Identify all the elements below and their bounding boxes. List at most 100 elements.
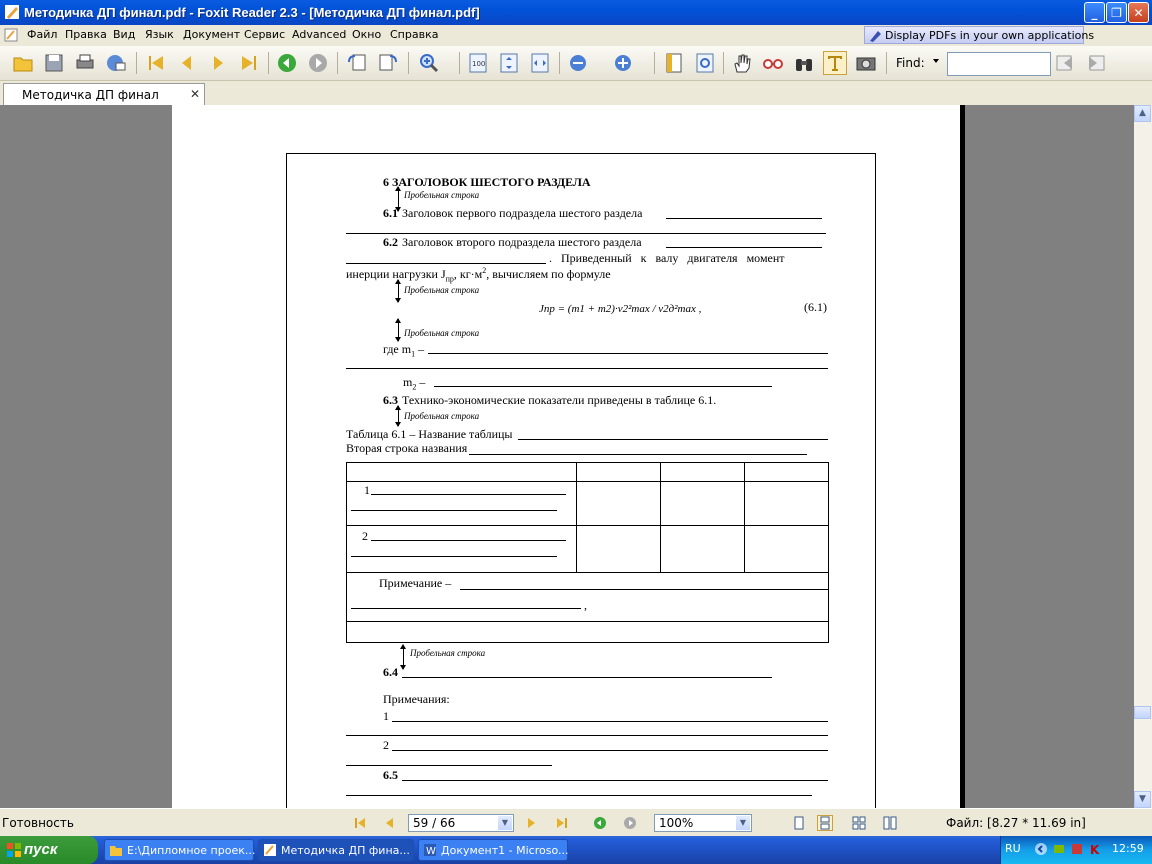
- menu-file[interactable]: Файл: [27, 28, 57, 41]
- find-next-icon[interactable]: [1085, 52, 1107, 74]
- spacing-arrow: [400, 644, 406, 670]
- tab-close-icon[interactable]: ✕: [190, 87, 200, 101]
- page-dropdown-icon[interactable]: ▼: [498, 816, 512, 830]
- tray-expand-icon[interactable]: [1034, 842, 1048, 856]
- print-icon[interactable]: [74, 52, 96, 74]
- forward-icon[interactable]: [307, 52, 329, 74]
- menu-edit[interactable]: Правка: [65, 28, 107, 41]
- rotate-left-icon[interactable]: [346, 52, 368, 74]
- network-icon[interactable]: [1052, 842, 1066, 856]
- promo-text: Display PDFs in your own applications: [885, 29, 1095, 42]
- menu-language[interactable]: Язык: [145, 28, 174, 41]
- status-text: Готовность: [2, 816, 74, 830]
- menu-window[interactable]: Окно: [352, 28, 381, 41]
- start-button[interactable]: пуск: [0, 836, 98, 864]
- bookmark-icon[interactable]: [663, 52, 685, 74]
- status-first-page-icon[interactable]: [353, 816, 367, 830]
- word-icon: W: [424, 844, 436, 857]
- m2-text: m: [403, 375, 413, 389]
- svg-text:W: W: [426, 846, 436, 857]
- spacing-arrow: [395, 279, 401, 303]
- next-page-icon[interactable]: [207, 52, 229, 74]
- fit-page-icon[interactable]: [498, 52, 520, 74]
- minimize-button[interactable]: _: [1084, 2, 1105, 23]
- email-icon[interactable]: [105, 52, 127, 74]
- status-last-page-icon[interactable]: [555, 816, 569, 830]
- section-6-4-number: 6.4: [383, 665, 398, 679]
- back-icon[interactable]: [276, 52, 298, 74]
- document-viewport[interactable]: 6 ЗАГОЛОВОК ШЕСТОГО РАЗДЕЛА Пробельная с…: [0, 105, 1134, 808]
- glasses-icon[interactable]: [762, 52, 784, 74]
- taskbar-item-foxit[interactable]: Методичка ДП фина...: [258, 839, 414, 861]
- kaspersky-icon[interactable]: K: [1088, 842, 1102, 856]
- m2-dash: –: [416, 375, 426, 389]
- foxit-app-icon: [5, 5, 19, 19]
- start-label: пуск: [24, 841, 58, 858]
- spacing-arrow: [395, 186, 401, 212]
- status-back-icon[interactable]: [593, 816, 607, 830]
- title-bar: Методичка ДП финал.pdf - Foxit Reader 2.…: [0, 0, 1152, 25]
- menu-view[interactable]: Вид: [113, 28, 135, 41]
- taskbar-item-word[interactable]: W Документ1 - Microso...: [418, 839, 568, 861]
- scroll-down-icon[interactable]: ▼: [1134, 791, 1151, 808]
- find-options-icon[interactable]: [932, 57, 940, 65]
- zoom-in-icon[interactable]: [418, 52, 440, 74]
- antivirus-icon[interactable]: [1070, 842, 1084, 856]
- spacing-arrow: [395, 318, 401, 342]
- vertical-scrollbar[interactable]: ▲ ▼: [1134, 105, 1152, 808]
- last-page-icon[interactable]: [238, 52, 260, 74]
- actual-size-icon[interactable]: 100: [467, 52, 489, 74]
- zoom-out-icon[interactable]: [567, 52, 589, 74]
- section-6-1-number: 6.1: [383, 206, 398, 220]
- zoom-in-plus-icon[interactable]: [612, 52, 634, 74]
- find-label: Find:: [896, 56, 925, 70]
- single-page-icon[interactable]: [792, 816, 806, 830]
- save-icon[interactable]: [43, 52, 65, 74]
- status-next-page-icon[interactable]: [524, 816, 538, 830]
- zoom-field[interactable]: 100% ▼: [654, 814, 752, 832]
- binoculars-icon[interactable]: [793, 52, 815, 74]
- tab-document[interactable]: Методичка ДП финал ✕: [3, 83, 205, 105]
- section-6-2-text: Заголовок второго подраздела шестого раз…: [402, 235, 642, 249]
- find-input[interactable]: [947, 52, 1051, 76]
- continuous-facing-icon[interactable]: [883, 816, 897, 830]
- restore-button[interactable]: ❐: [1106, 2, 1127, 23]
- zoom-dropdown-icon[interactable]: ▼: [736, 816, 750, 830]
- folder-icon: [110, 846, 122, 856]
- taskbar-item-explorer[interactable]: E:\Дипломное проек...: [104, 839, 255, 861]
- find-previous-icon[interactable]: [1054, 52, 1076, 74]
- table-caption: Таблица 6.1 – Название таблицы: [346, 427, 513, 441]
- table-row-1-number: 1: [364, 483, 370, 497]
- text-select-icon[interactable]: [823, 51, 847, 75]
- tab-label: Методичка ДП финал: [22, 88, 159, 102]
- snapshot-icon[interactable]: [855, 52, 877, 74]
- first-page-icon[interactable]: [145, 52, 167, 74]
- rotate-right-icon[interactable]: [377, 52, 399, 74]
- menu-advanced[interactable]: Advanced: [292, 28, 346, 41]
- scroll-thumb[interactable]: [1134, 706, 1151, 719]
- menu-help[interactable]: Справка: [390, 28, 438, 41]
- menu-tools[interactable]: Сервис: [244, 28, 285, 41]
- inertia-subscript: пр: [445, 274, 454, 284]
- status-prev-page-icon[interactable]: [383, 816, 397, 830]
- notes-title: Примечания:: [383, 692, 450, 706]
- continuous-page-icon[interactable]: [817, 815, 833, 831]
- prev-page-icon[interactable]: [176, 52, 198, 74]
- open-icon[interactable]: [12, 52, 34, 74]
- doc-menu-icon[interactable]: [4, 28, 18, 42]
- facing-pages-icon[interactable]: [852, 816, 866, 830]
- page-number-field[interactable]: 59 / 66 ▼: [408, 814, 514, 832]
- close-button[interactable]: ✕: [1128, 2, 1149, 23]
- language-indicator[interactable]: RU: [1005, 842, 1021, 855]
- table-note: Примечание –: [379, 576, 452, 590]
- where-text: где m: [383, 342, 412, 356]
- scroll-up-icon[interactable]: ▲: [1134, 105, 1151, 122]
- hand-icon[interactable]: [731, 52, 753, 74]
- blank-line-note: Пробельная строка: [404, 328, 480, 338]
- foxit-icon: [264, 844, 276, 856]
- menu-document[interactable]: Документ: [183, 28, 240, 41]
- fit-visible-icon[interactable]: [694, 52, 716, 74]
- promo-banner[interactable]: Display PDFs in your own applications: [864, 26, 1094, 44]
- status-forward-icon[interactable]: [623, 816, 637, 830]
- fit-width-icon[interactable]: [529, 52, 551, 74]
